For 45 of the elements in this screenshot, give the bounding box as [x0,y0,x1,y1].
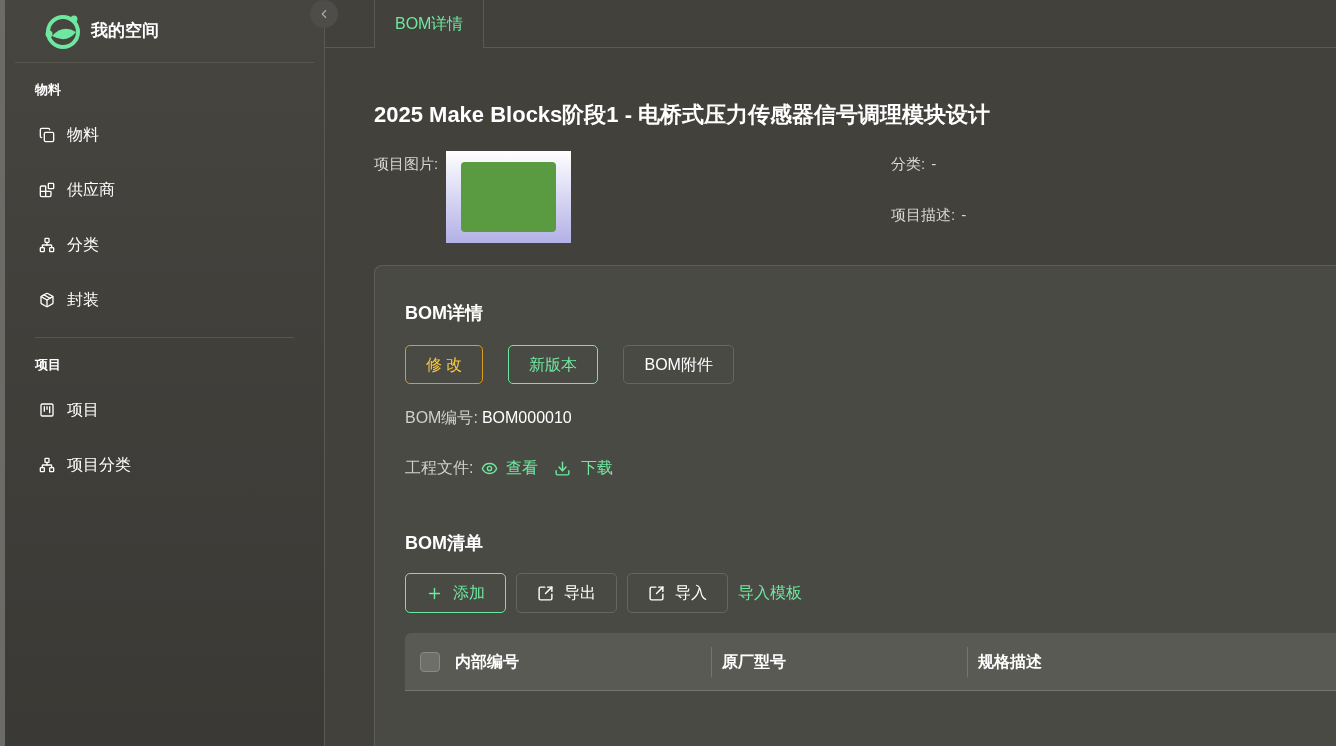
column-header: 内部编号 [455,651,519,672]
leaf-logo-icon [43,12,83,50]
action-button[interactable]: 导出 [516,573,617,613]
section-heading: BOM清单 [405,532,484,555]
sidebar-item[interactable]: 项目 [35,382,294,437]
sidebar-item[interactable]: 供应商 [35,162,294,217]
field-value: - [931,154,937,174]
sidebar-item[interactable]: 物料 [35,107,294,162]
external-link-icon [537,584,554,602]
download-icon [554,459,572,477]
action-button[interactable]: BOM附件 [623,345,734,384]
section-heading: 物料 [35,82,61,97]
copy-icon [39,126,55,143]
page-title: 2025 Make Blocks阶段1 - 电桥式压力传感器信号调理模块设计 [374,101,992,129]
board-icon [39,401,55,418]
column-header: 规格描述 [978,651,1042,672]
template-link[interactable]: 导入模板 [738,581,802,605]
action-button[interactable]: 新版本 [508,345,599,384]
package-icon [39,291,55,308]
section-heading: BOM详情 [405,302,484,325]
column-header: 原厂型号 [722,651,786,672]
tab[interactable]: BOM详情 [374,0,485,48]
blocks-icon [39,181,55,198]
hierarchy-icon [39,236,55,253]
action-button[interactable]: 导入 [627,573,728,613]
field-value: BOM000010 [481,408,572,428]
field-label: 工程文件: [405,458,474,478]
action-button[interactable]: 添加 [405,573,506,613]
sidebar-item[interactable]: 封装 [35,272,294,327]
section-heading: 项目 [35,357,61,372]
field-label: BOM编号: [405,408,478,428]
field-value: - [961,204,967,225]
checkbox[interactable] [420,651,440,672]
download-link[interactable]: 下载 [554,456,614,480]
sidebar-item[interactable]: 项目分类 [35,437,294,492]
workspace-title: 我的空间 [91,20,159,43]
field-label: 分类: [891,154,926,174]
external-link-icon [648,584,665,602]
view-link[interactable]: 查看 [481,456,539,480]
hierarchy-icon [39,456,55,473]
field-label: 项目描述: [891,204,956,225]
field-label: 项目图片: [374,154,439,174]
collapse-button[interactable] [310,0,338,28]
sidebar-item[interactable]: 分类 [35,217,294,272]
action-button[interactable]: 修 改 [405,345,484,384]
